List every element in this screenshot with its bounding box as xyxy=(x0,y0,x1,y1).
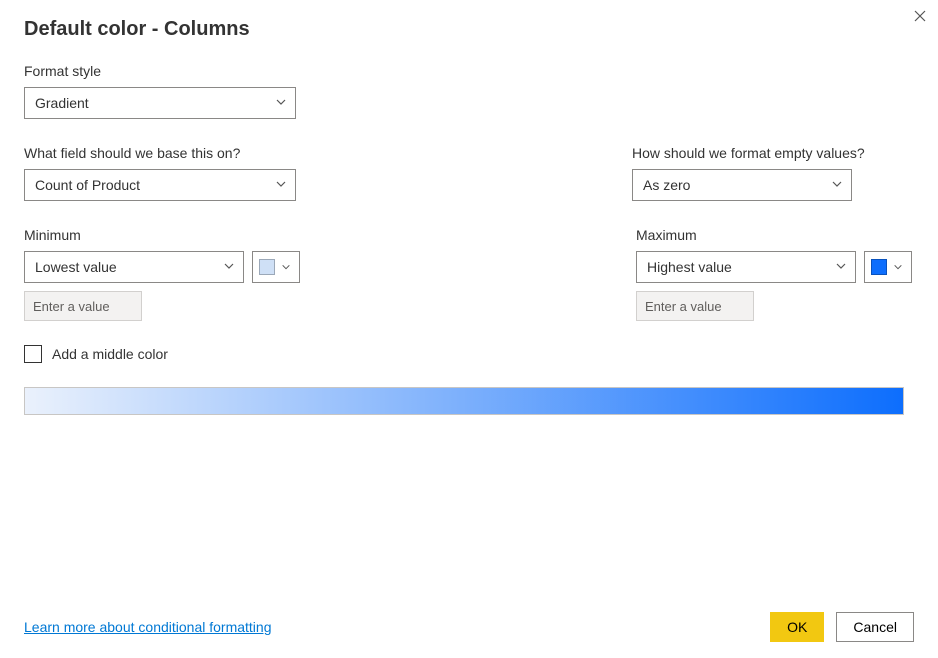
format-style-value: Gradient xyxy=(35,95,89,111)
chevron-down-icon xyxy=(831,177,843,193)
cancel-button[interactable]: Cancel xyxy=(836,612,914,642)
chevron-down-icon xyxy=(223,259,235,275)
empty-values-label: How should we format empty values? xyxy=(632,145,865,161)
minimum-label: Minimum xyxy=(24,227,300,243)
minimum-color-swatch xyxy=(259,259,275,275)
format-style-select[interactable]: Gradient xyxy=(24,87,296,119)
middle-color-checkbox[interactable] xyxy=(24,345,42,363)
empty-values-value: As zero xyxy=(643,177,690,193)
maximum-color-picker[interactable] xyxy=(864,251,912,283)
maximum-select[interactable]: Highest value xyxy=(636,251,856,283)
chevron-down-icon xyxy=(275,177,287,193)
learn-more-link[interactable]: Learn more about conditional formatting xyxy=(24,619,271,635)
chevron-down-icon xyxy=(281,259,291,275)
close-icon xyxy=(914,10,926,22)
empty-values-select[interactable]: As zero xyxy=(632,169,852,201)
maximum-value-input[interactable] xyxy=(636,291,754,321)
chevron-down-icon xyxy=(275,95,287,111)
maximum-label: Maximum xyxy=(636,227,912,243)
middle-color-label: Add a middle color xyxy=(52,346,168,362)
chevron-down-icon xyxy=(835,259,847,275)
format-style-label: Format style xyxy=(24,63,914,79)
close-button[interactable] xyxy=(914,10,926,22)
ok-button[interactable]: OK xyxy=(770,612,824,642)
gradient-preview xyxy=(24,387,904,415)
chevron-down-icon xyxy=(893,259,903,275)
base-field-label: What field should we base this on? xyxy=(24,145,296,161)
minimum-value: Lowest value xyxy=(35,259,117,275)
dialog-title: Default color - Columns xyxy=(24,18,914,41)
minimum-value-input[interactable] xyxy=(24,291,142,321)
minimum-color-picker[interactable] xyxy=(252,251,300,283)
minimum-select[interactable]: Lowest value xyxy=(24,251,244,283)
base-field-value: Count of Product xyxy=(35,177,140,193)
base-field-select[interactable]: Count of Product xyxy=(24,169,296,201)
maximum-color-swatch xyxy=(871,259,887,275)
maximum-value: Highest value xyxy=(647,259,732,275)
